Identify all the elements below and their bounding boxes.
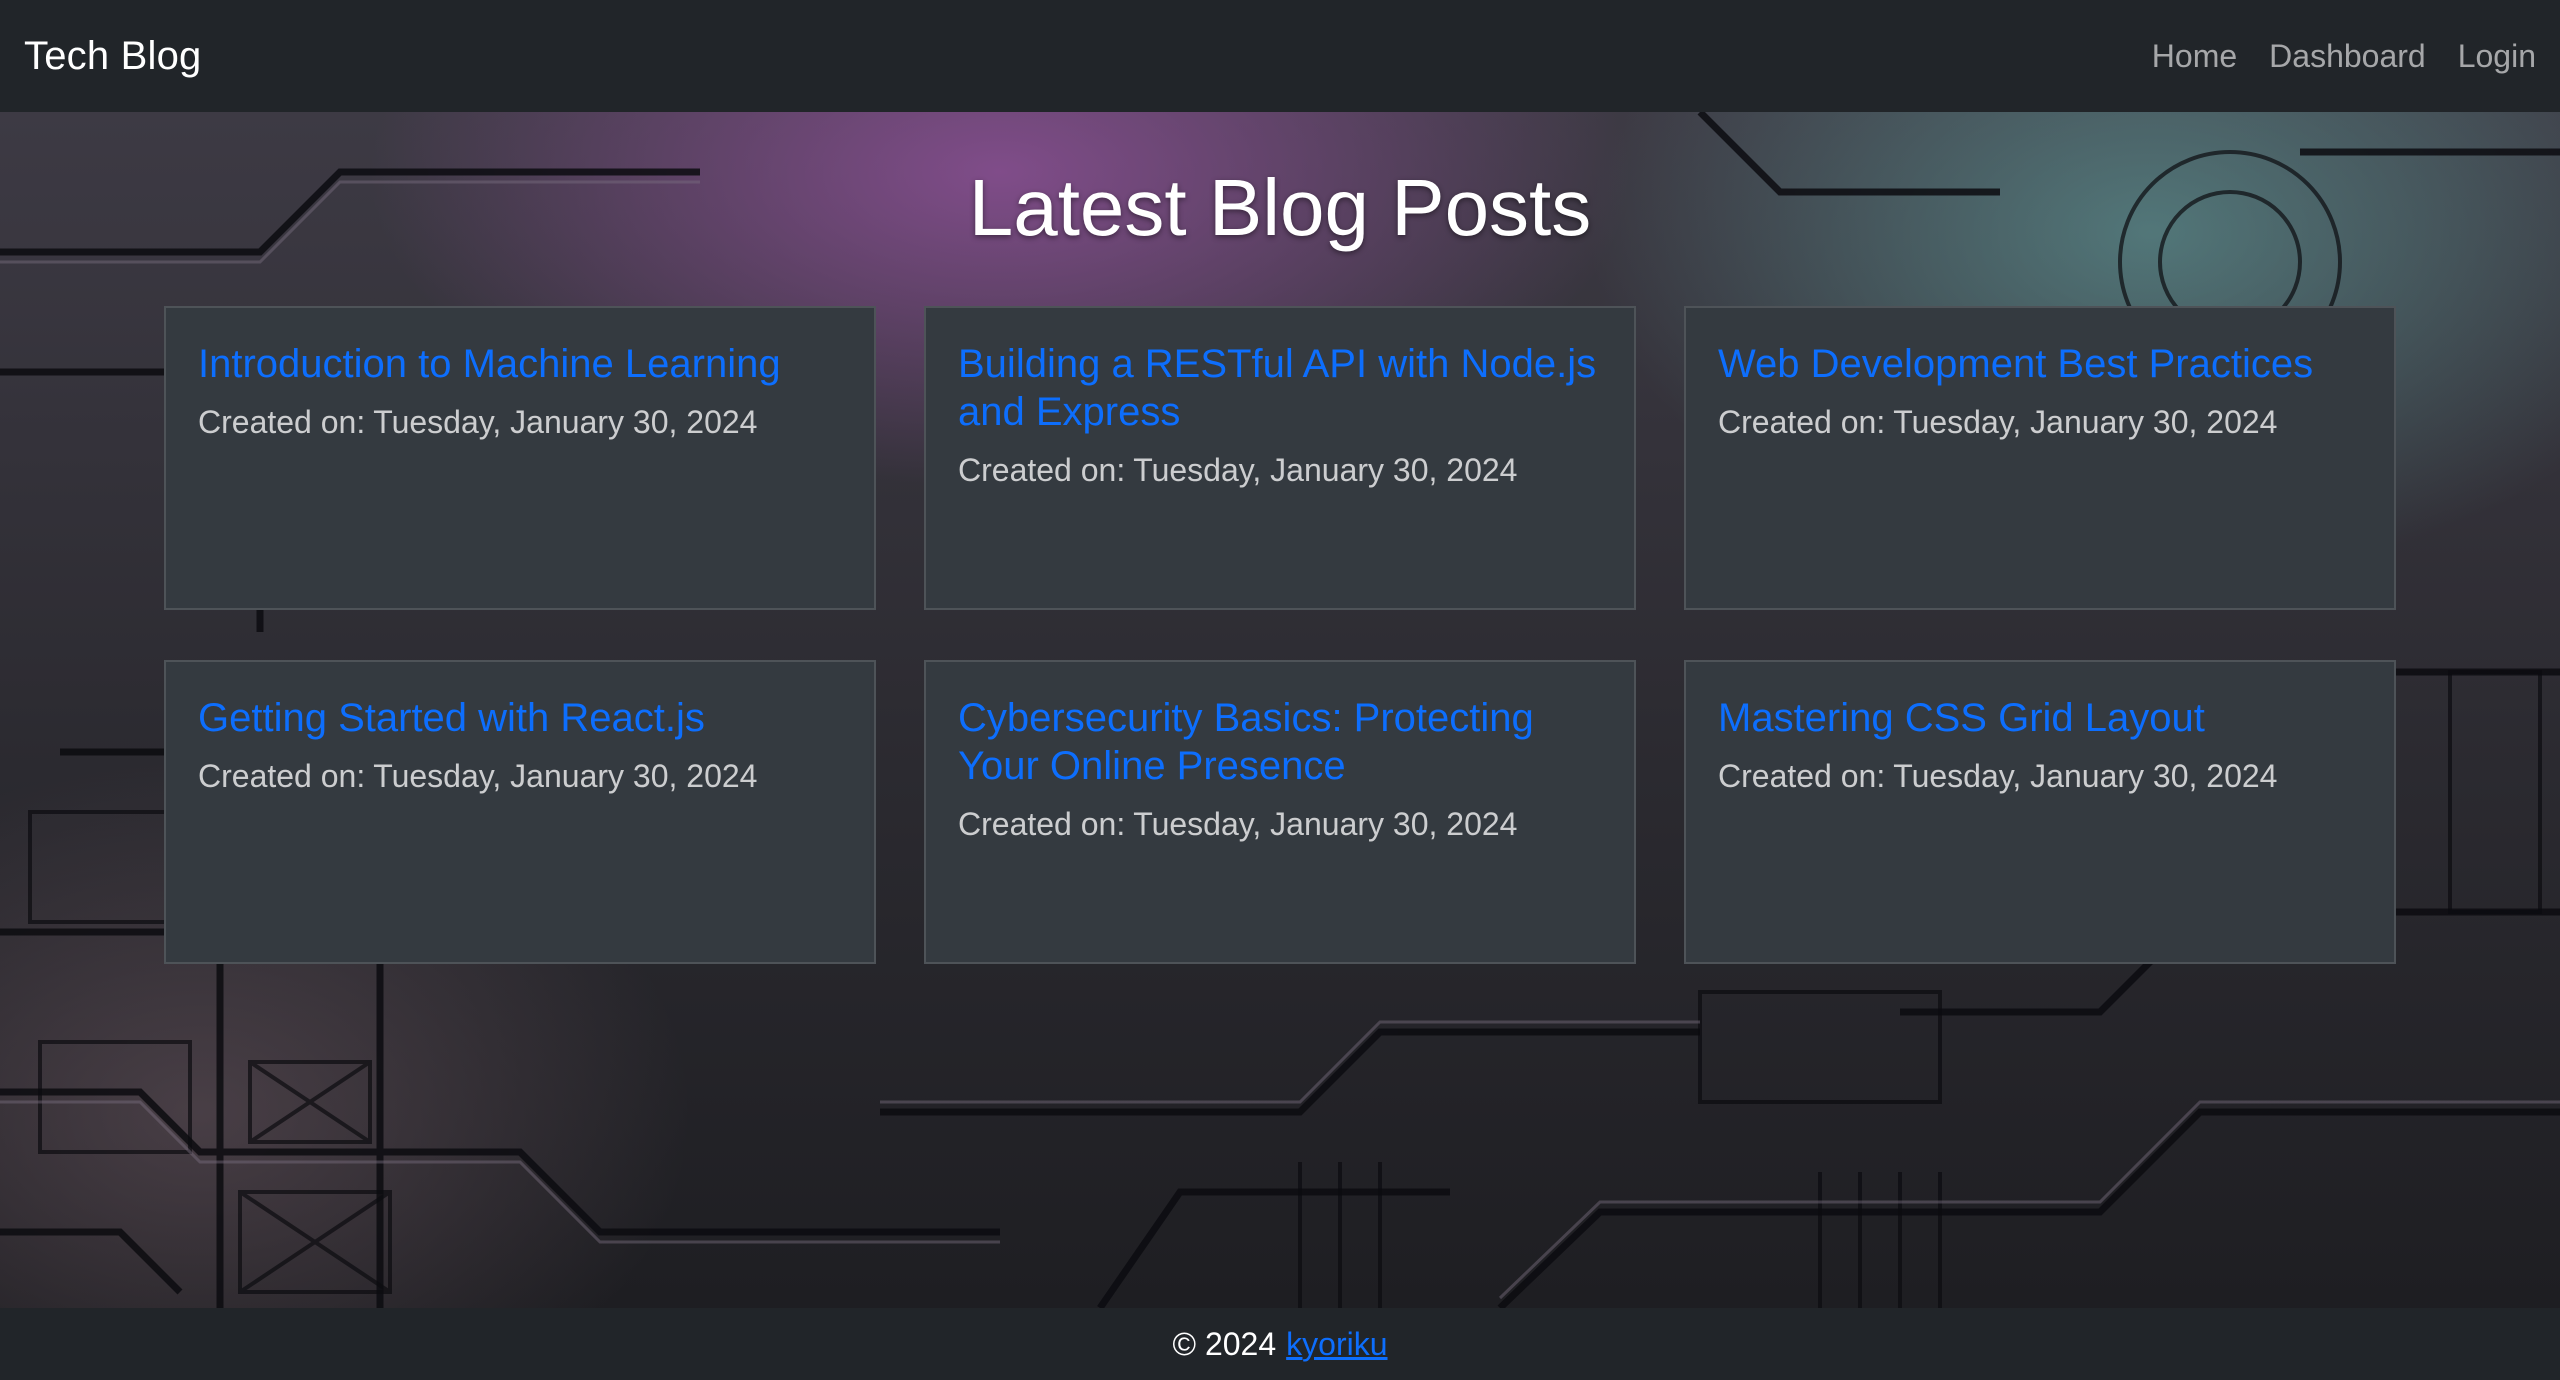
footer-copyright: © 2024 (1172, 1325, 1277, 1362)
post-card: Cybersecurity Basics: Protecting Your On… (924, 660, 1636, 964)
nav-link-dashboard[interactable]: Dashboard (2269, 38, 2426, 75)
date-value: Tuesday, January 30, 2024 (1133, 452, 1518, 488)
post-card: Mastering CSS Grid Layout Created on: Tue… (1684, 660, 2396, 964)
post-card: Introduction to Machine Learning Created… (164, 306, 876, 610)
post-date: Created on: Tuesday, January 30, 2024 (1718, 756, 2362, 796)
navbar: Tech Blog Home Dashboard Login (0, 0, 2560, 112)
date-prefix: Created on: (1718, 758, 1886, 794)
date-value: Tuesday, January 30, 2024 (1133, 806, 1518, 842)
date-prefix: Created on: (958, 452, 1126, 488)
date-value: Tuesday, January 30, 2024 (373, 404, 758, 440)
date-prefix: Created on: (958, 806, 1126, 842)
date-prefix: Created on: (1718, 404, 1886, 440)
post-date: Created on: Tuesday, January 30, 2024 (958, 804, 1602, 844)
post-title-link[interactable]: Introduction to Machine Learning (198, 340, 842, 388)
post-title-link[interactable]: Cybersecurity Basics: Protecting Your On… (958, 694, 1602, 790)
nav-links: Home Dashboard Login (2120, 38, 2536, 75)
post-date: Created on: Tuesday, January 30, 2024 (1718, 402, 2362, 442)
post-card: Getting Started with React.js Created on… (164, 660, 876, 964)
footer-author-link[interactable]: kyoriku (1286, 1326, 1387, 1363)
hero-section: Latest Blog Posts Introduction to Machin… (0, 112, 2560, 1308)
post-date: Created on: Tuesday, January 30, 2024 (198, 756, 842, 796)
page-title: Latest Blog Posts (968, 163, 1592, 252)
footer: © 2024 kyoriku (0, 1308, 2560, 1380)
nav-link-home[interactable]: Home (2152, 38, 2237, 75)
date-value: Tuesday, January 30, 2024 (373, 758, 758, 794)
date-value: Tuesday, January 30, 2024 (1893, 758, 2278, 794)
brand-link[interactable]: Tech Blog (24, 34, 201, 79)
post-date: Created on: Tuesday, January 30, 2024 (958, 450, 1602, 490)
date-value: Tuesday, January 30, 2024 (1893, 404, 2278, 440)
post-title-link[interactable]: Web Development Best Practices (1718, 340, 2362, 388)
post-title-link[interactable]: Building a RESTful API with Node.js and … (958, 340, 1602, 436)
post-card: Web Development Best Practices Created o… (1684, 306, 2396, 610)
nav-link-login[interactable]: Login (2458, 38, 2536, 75)
post-title-link[interactable]: Getting Started with React.js (198, 694, 842, 742)
post-grid: Introduction to Machine Learning Created… (164, 306, 2396, 964)
date-prefix: Created on: (198, 758, 366, 794)
post-title-link[interactable]: Mastering CSS Grid Layout (1718, 694, 2362, 742)
date-prefix: Created on: (198, 404, 366, 440)
post-date: Created on: Tuesday, January 30, 2024 (198, 402, 842, 442)
post-card: Building a RESTful API with Node.js and … (924, 306, 1636, 610)
